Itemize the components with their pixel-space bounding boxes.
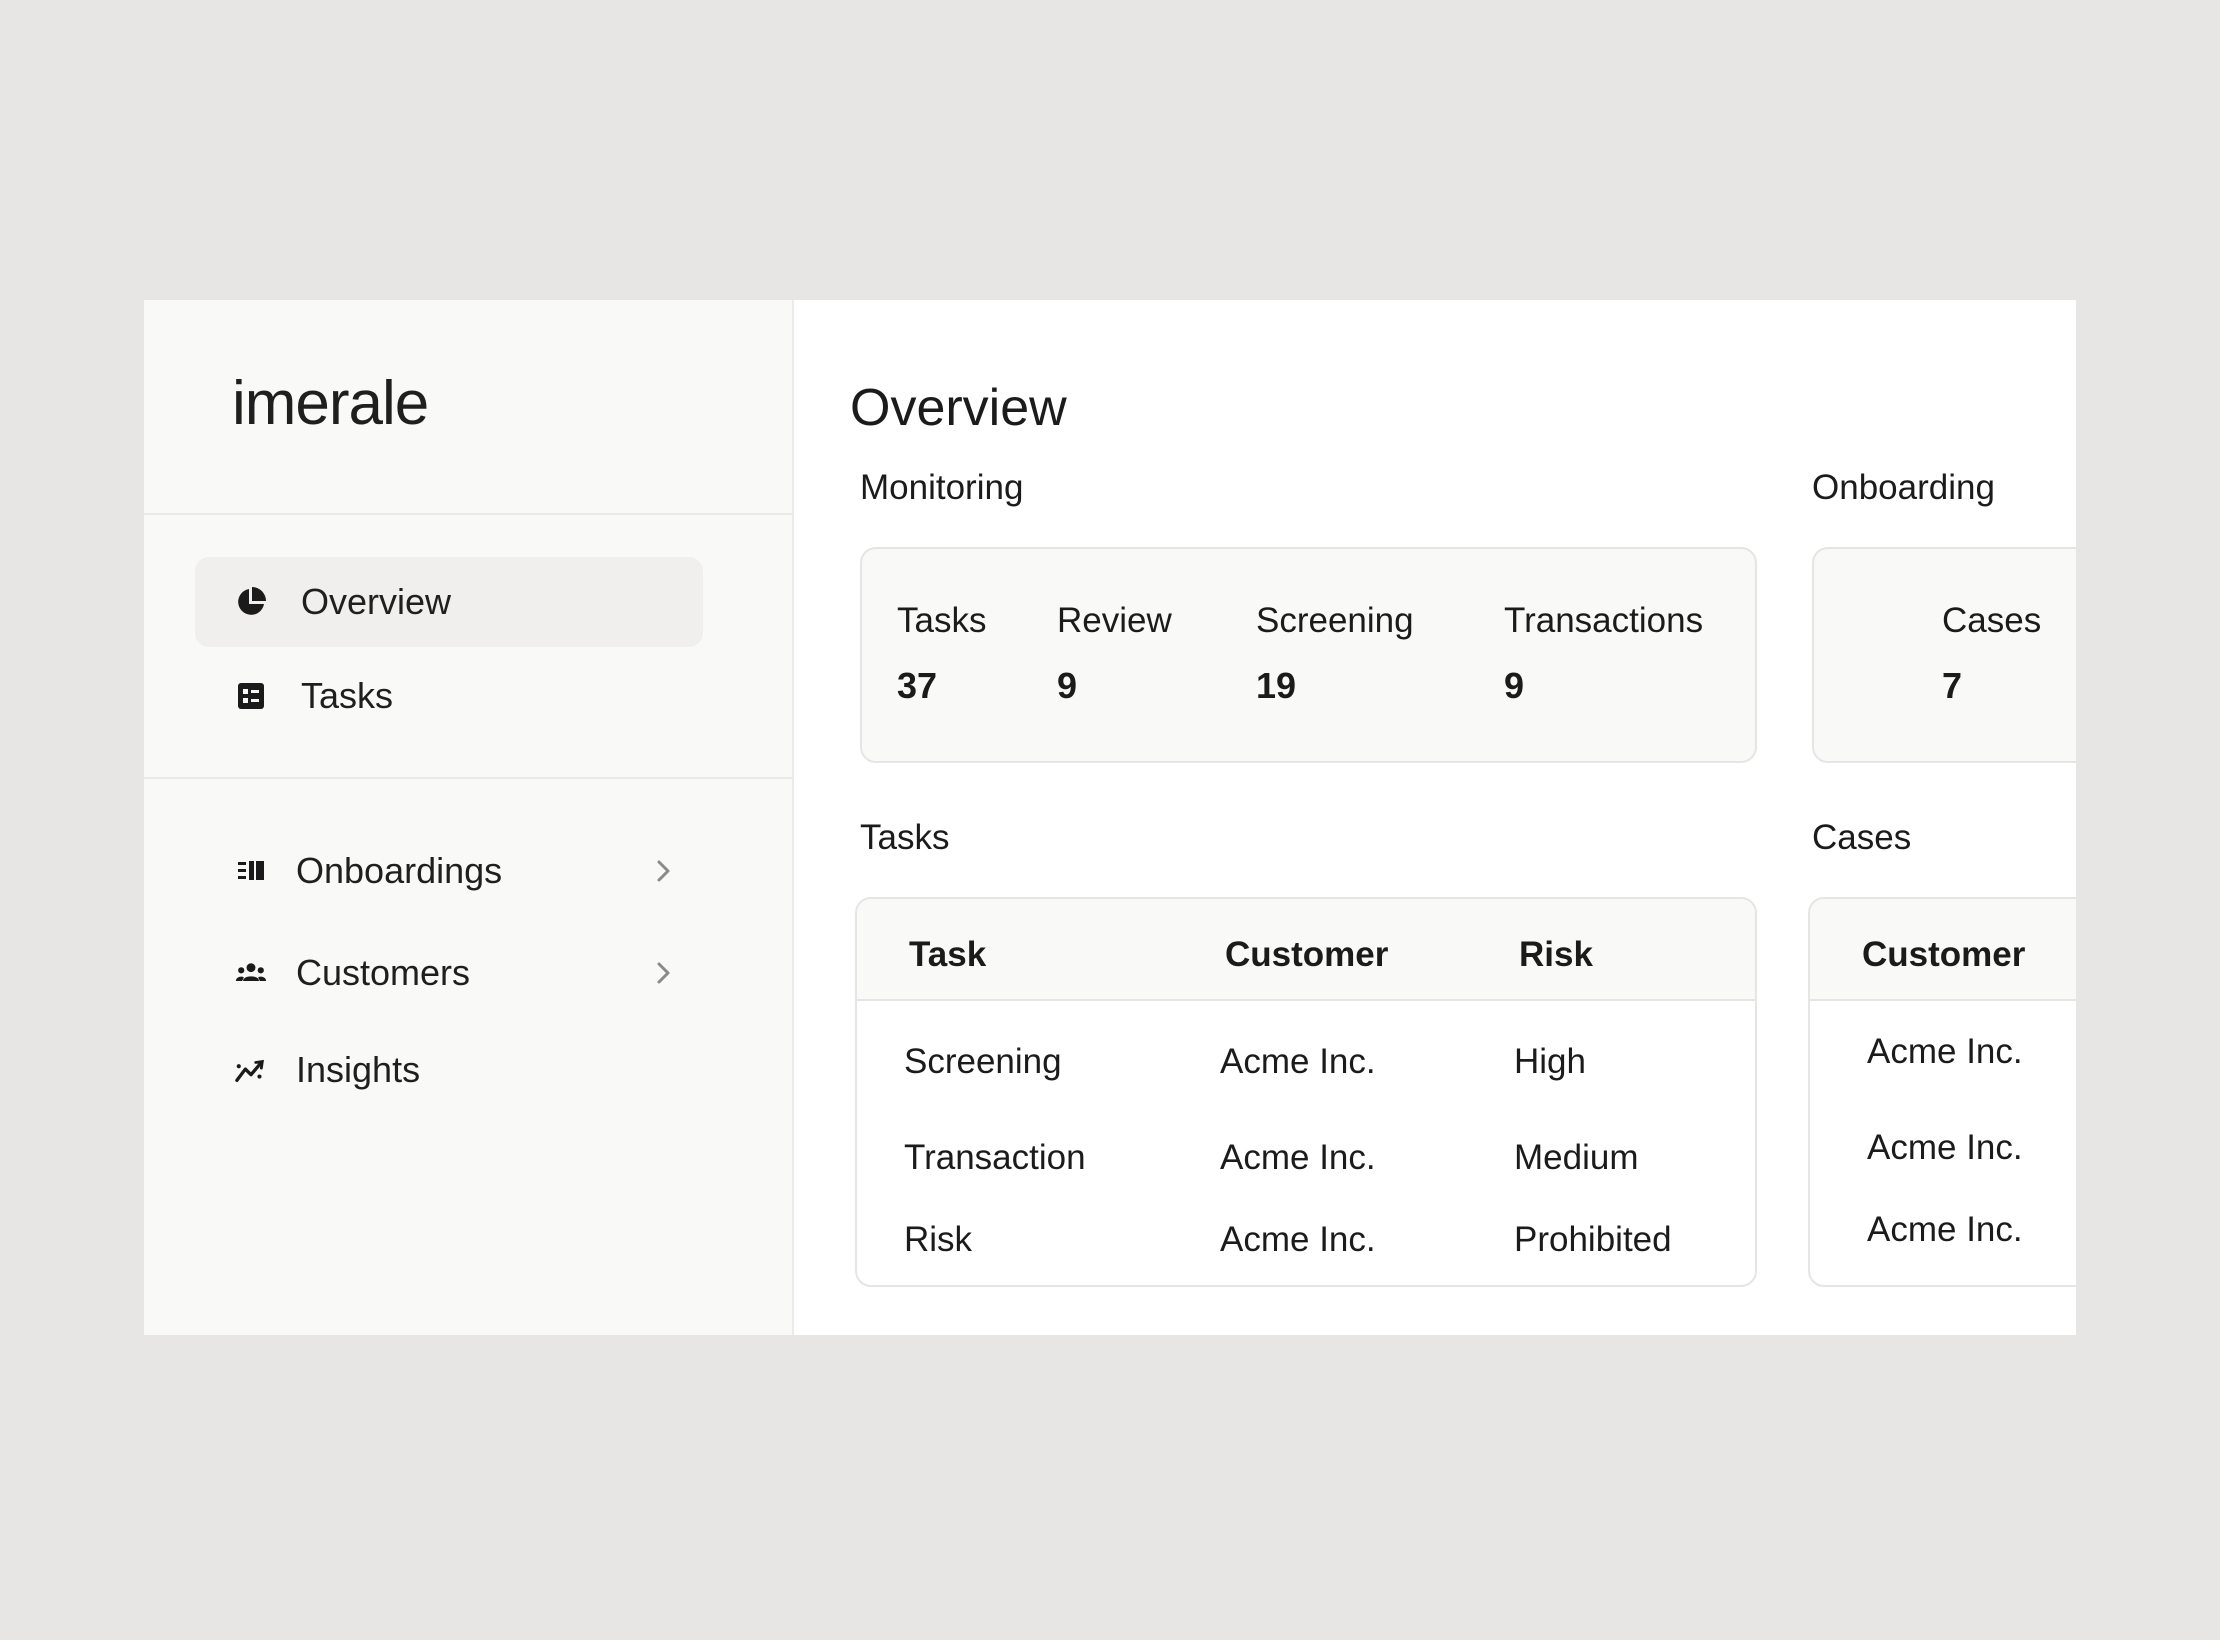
stat-tasks[interactable]: Tasks 37 (897, 601, 986, 707)
table-cell-customer[interactable]: Acme Inc. (1867, 1210, 2023, 1250)
table-cell-customer[interactable]: Acme Inc. (1220, 1042, 1376, 1082)
sidebar-item-label: Tasks (301, 675, 394, 716)
sidebar-item-onboardings[interactable]: Onboardings (195, 826, 703, 916)
monitoring-section-label: Monitoring (860, 468, 1024, 507)
table-cell-customer[interactable]: Acme Inc. (1220, 1220, 1376, 1260)
sidebar: imerale Overview Tasks Onboardings Custo… (144, 300, 794, 1335)
stat-value: 9 (1057, 665, 1078, 706)
sidebar-item-label: Onboardings (296, 850, 503, 891)
stat-transactions[interactable]: Transactions 9 (1504, 601, 1703, 707)
app-logo[interactable]: imerale (232, 368, 429, 439)
stat-value: 19 (1256, 665, 1297, 706)
sidebar-item-label: Overview (301, 581, 452, 622)
table-cell-risk: Prohibited (1514, 1220, 1672, 1259)
tasks-table: Task Customer Risk Screening Acme Inc. H… (855, 897, 1757, 1287)
page-title: Overview (850, 379, 1067, 437)
sidebar-divider (144, 513, 794, 515)
table-cell-customer[interactable]: Acme Inc. (1867, 1128, 2023, 1168)
sidebar-item-overview[interactable]: Overview (195, 557, 703, 647)
table-cell-risk: Medium (1514, 1138, 1639, 1177)
onboarding-list-icon (235, 855, 267, 887)
cases-section-label: Cases (1812, 818, 1912, 857)
table-header: Customer (1810, 899, 2076, 1001)
sidebar-item-label: Insights (296, 1049, 421, 1090)
sidebar-item-insights[interactable]: Insights (195, 1025, 703, 1115)
table-cell-task[interactable]: Screening (904, 1042, 1062, 1082)
column-header-customer[interactable]: Customer (1862, 935, 2025, 975)
trend-line-icon (235, 1054, 267, 1086)
stat-value: 7 (1942, 665, 1963, 706)
stat-label: Review (1057, 601, 1172, 640)
chevron-right-icon (647, 854, 681, 888)
onboarding-stats-card: Cases 7 (1812, 547, 2076, 763)
stat-label: Tasks (897, 601, 987, 640)
table-cell-customer[interactable]: Acme Inc. (1867, 1032, 2023, 1072)
stat-label: Cases (1942, 601, 2042, 640)
stat-review[interactable]: Review 9 (1057, 601, 1172, 707)
cases-table: Customer Acme Inc. Acme Inc. Acme Inc. (1808, 897, 2076, 1287)
sidebar-item-customers[interactable]: Customers (195, 928, 703, 1018)
table-cell-task[interactable]: Transaction (904, 1138, 1086, 1178)
stat-cases[interactable]: Cases 7 (1942, 601, 2041, 707)
stat-label: Screening (1256, 601, 1414, 640)
column-header-customer[interactable]: Customer (1225, 935, 1388, 975)
stat-value: 9 (1504, 665, 1525, 706)
column-header-task[interactable]: Task (909, 935, 986, 975)
sidebar-item-label: Customers (296, 952, 471, 993)
sidebar-divider (144, 777, 794, 779)
onboarding-section-label: Onboarding (1812, 468, 1995, 507)
users-icon (235, 957, 267, 989)
sidebar-item-tasks[interactable]: Tasks (195, 651, 703, 741)
chevron-right-icon (647, 956, 681, 990)
table-header: Task Customer Risk (857, 899, 1755, 1001)
stat-value: 37 (897, 665, 938, 706)
stat-label: Transactions (1504, 601, 1704, 640)
app-window: imerale Overview Tasks Onboardings Custo… (144, 300, 2076, 1335)
column-header-risk[interactable]: Risk (1519, 935, 1593, 975)
main-content: Overview Monitoring Onboarding Tasks 37 … (794, 300, 2076, 1335)
table-cell-task[interactable]: Risk (904, 1220, 972, 1260)
stat-screening[interactable]: Screening 19 (1256, 601, 1414, 707)
pie-chart-icon (235, 586, 267, 618)
monitoring-stats-card: Tasks 37 Review 9 Screening 19 Transacti… (860, 547, 1757, 763)
table-cell-risk: High (1514, 1042, 1586, 1081)
table-cell-customer[interactable]: Acme Inc. (1220, 1138, 1376, 1178)
task-list-icon (235, 680, 267, 712)
tasks-section-label: Tasks (860, 818, 950, 857)
